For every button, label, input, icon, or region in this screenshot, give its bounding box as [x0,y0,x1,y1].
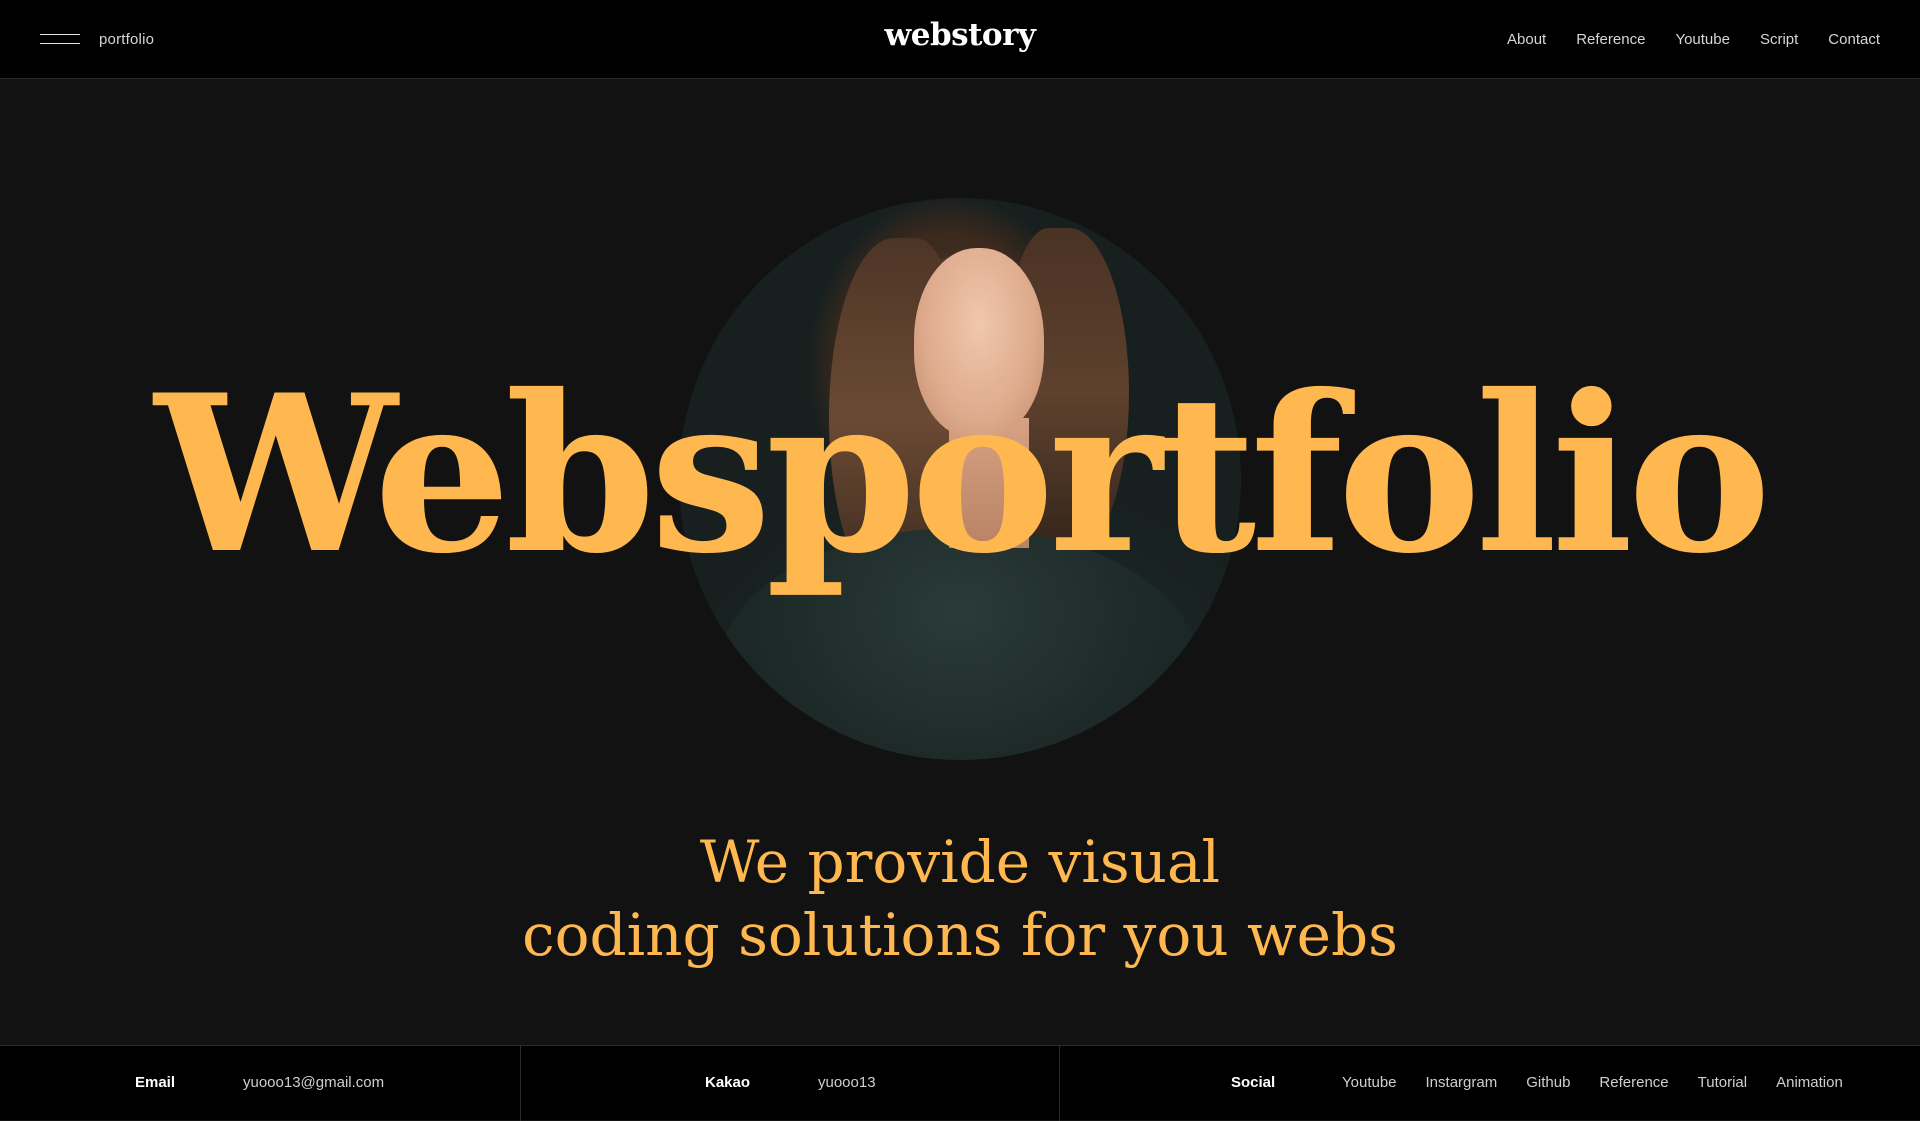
main-nav: About Reference Youtube Script Contact [1507,31,1880,48]
social-link-github[interactable]: Github [1526,1074,1570,1091]
social-link-tutorial[interactable]: Tutorial [1698,1074,1747,1091]
nav-link-reference[interactable]: Reference [1576,31,1645,48]
email-label: Email [135,1074,176,1091]
menu-line-bottom [40,43,80,44]
email-link[interactable]: yuooo13@gmail.com [243,1074,384,1091]
nav-link-contact[interactable]: Contact [1828,31,1880,48]
hero-subtitle: We provide visual coding solutions for y… [0,826,1920,972]
nav-link-script[interactable]: Script [1760,31,1798,48]
social-link-reference[interactable]: Reference [1599,1074,1668,1091]
logo-text[interactable]: webstory [885,17,1036,53]
menu-line-top [40,34,80,35]
hero-subtitle-line1: We provide visual [699,828,1221,896]
social-link-instagram[interactable]: Instargram [1426,1074,1498,1091]
site-header: portfolio webstory About Reference Youtu… [0,0,1920,79]
footer-divider [520,1046,521,1121]
social-link-youtube[interactable]: Youtube [1342,1074,1397,1091]
kakao-label: Kakao [705,1074,751,1091]
nav-link-youtube[interactable]: Youtube [1675,31,1730,48]
header-subtitle: portfolio [99,31,155,48]
hamburger-menu-icon[interactable] [40,33,80,45]
social-label: Social [1231,1074,1276,1091]
social-link-animation[interactable]: Animation [1776,1074,1843,1091]
hero-subtitle-line2: coding solutions for you webs [522,901,1398,969]
site-footer: Email yuooo13@gmail.com Kakao yuooo13 So… [0,1045,1920,1121]
footer-divider [1059,1046,1060,1121]
social-links: Youtube Instargram Github Reference Tuto… [1342,1074,1843,1091]
hero-title: Websportfolio [154,347,1772,601]
kakao-link[interactable]: yuooo13 [818,1074,876,1091]
nav-link-about[interactable]: About [1507,31,1546,48]
